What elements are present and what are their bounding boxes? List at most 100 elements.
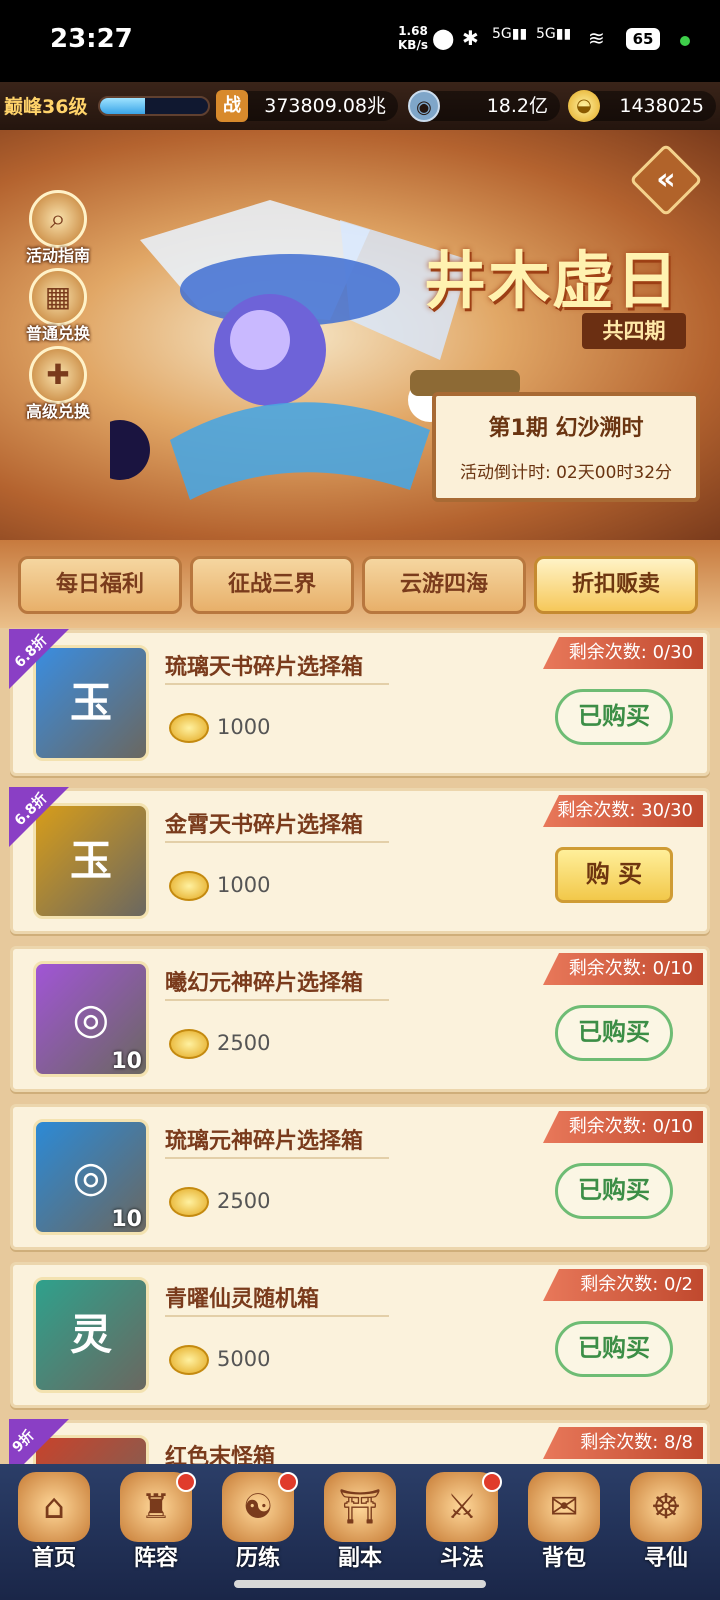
event-subtitle: 共四期 <box>582 313 686 349</box>
item-thumbnail[interactable]: 玉 <box>33 645 149 761</box>
item-price: 1000 <box>217 873 271 897</box>
item-name: 琉璃元神碎片选择箱 <box>165 1129 364 1154</box>
signal-icon: 5G▮▮ <box>492 26 528 42</box>
bluetooth-icon: ✱ <box>462 26 479 50</box>
item-price: 1000 <box>217 715 271 739</box>
shop-icon: ▦ <box>29 268 87 326</box>
location-icon: ⬤ <box>432 26 455 50</box>
item-thumbnail[interactable]: ◎ 10 <box>33 1119 149 1235</box>
item-name: 红色末怪箱 <box>165 1445 276 1464</box>
event-guide-button[interactable]: ⌕ 活动指南 <box>18 190 98 266</box>
gold-ingot-icon: ◒ <box>568 90 600 122</box>
gold-ingot-icon <box>169 871 209 901</box>
battery-indicator: 65 <box>626 28 660 50</box>
item-thumbnail[interactable]: ◎ 10 <box>33 961 149 1077</box>
remaining-count: 剩余次数: 0/10 <box>543 1111 703 1143</box>
resource-bar: 巅峰36级 373809.08兆 战 18.2亿 ◉ 1438025 ◒ <box>0 82 720 130</box>
buy-button[interactable]: 购 买 <box>555 847 673 903</box>
item-price: 2500 <box>217 1031 271 1055</box>
network-speed: 1.68 KB/s <box>398 24 428 52</box>
item-emblem: ◎ <box>72 1152 110 1201</box>
divider <box>165 1157 389 1159</box>
divider <box>165 1315 389 1317</box>
tab-daily-welfare[interactable]: 每日福利 <box>18 556 182 614</box>
item-price: 5000 <box>217 1347 271 1371</box>
item-emblem: 灵 <box>69 1310 112 1359</box>
nav-item[interactable]: ♜ 阵容 <box>106 1472 206 1588</box>
divider <box>165 841 389 843</box>
item-thumbnail[interactable]: 灵 <box>33 1277 149 1393</box>
remaining-count: 剩余次数: 0/2 <box>543 1269 703 1301</box>
gold-ingot-icon <box>169 1187 209 1217</box>
xp-bar <box>98 96 210 116</box>
wifi-icon: ≋ <box>588 26 605 50</box>
tab-bar: 每日福利 征战三界 云游四海 折扣贩卖 <box>0 540 720 628</box>
gift-icon: ✚ <box>29 346 87 404</box>
notification-dot <box>278 1472 298 1492</box>
back-button[interactable]: « <box>629 143 703 217</box>
item-count: 10 <box>111 1049 142 1074</box>
signal-icon-2: 5G▮▮ <box>536 26 572 42</box>
nav-item[interactable]: ⛩ 副本 <box>310 1472 410 1588</box>
gold-ingot-icon <box>169 713 209 743</box>
tab-travel[interactable]: 云游四海 <box>362 556 526 614</box>
nav-label: 副本 <box>337 1546 382 1571</box>
event-period: 第1期 幻沙溯时 <box>488 416 644 441</box>
clock: 23:27 <box>50 24 133 54</box>
advanced-exchange-button[interactable]: ✚ 高级兑换 <box>18 346 98 422</box>
nav-label: 历练 <box>235 1546 280 1571</box>
nav-label: 斗法 <box>439 1546 484 1571</box>
gold-ingot-icon <box>169 1345 209 1375</box>
nav-label: 阵容 <box>133 1546 178 1571</box>
divider <box>165 683 389 685</box>
player-level: 巅峰36级 <box>4 96 88 118</box>
shop-item-card: ◎ 10 琉璃元神碎片选择箱 2500 剩余次数: 0/10 已购买 <box>10 1104 710 1250</box>
nav-label: 首页 <box>31 1546 76 1571</box>
home-indicator <box>234 1580 486 1588</box>
gold-ingot-icon <box>169 1029 209 1059</box>
nav-item[interactable]: ⚔ 斗法 <box>412 1472 512 1588</box>
back-arrow-icon: « <box>656 162 676 197</box>
item-count: 10 <box>111 1207 142 1232</box>
nav-item[interactable]: ☸ 寻仙 <box>616 1472 716 1588</box>
notification-dot <box>176 1472 196 1492</box>
item-price: 2500 <box>217 1189 271 1213</box>
tab-conquest[interactable]: 征战三界 <box>190 556 354 614</box>
purchased-button[interactable]: 已购买 <box>555 1005 673 1061</box>
divider <box>165 999 389 1001</box>
shop-item-list[interactable]: 玉 6.8折 琉璃天书碎片选择箱 1000 剩余次数: 0/30 已购买玉 6.8折 金霄天书… <box>0 628 720 1464</box>
remaining-count: 剩余次数: 0/10 <box>543 953 703 985</box>
notification-dot <box>482 1472 502 1492</box>
seek-icon: ☸ <box>630 1472 702 1542</box>
event-banner: ⌕ 活动指南 ▦ 普通兑换 ✚ 高级兑换 « 井木虚日 共四期 第1期 幻沙溯时… <box>0 130 720 540</box>
item-name: 琉璃天书碎片选择箱 <box>165 655 364 680</box>
nav-item[interactable]: ✉ 背包 <box>514 1472 614 1588</box>
status-bar: 23:27 1.68 KB/s ⬤ ✱ 5G▮▮ 5G▮▮ ≋ 65 <box>0 0 720 82</box>
remaining-count: 剩余次数: 30/30 <box>543 795 703 827</box>
purchased-button[interactable]: 已购买 <box>555 1321 673 1377</box>
search-icon: ⌕ <box>29 190 87 248</box>
purchased-button[interactable]: 已购买 <box>555 1163 673 1219</box>
shop-item-card: ◎ 10 曦幻元神碎片选择箱 2500 剩余次数: 0/10 已购买 <box>10 946 710 1092</box>
item-thumbnail[interactable]: 玉 <box>33 803 149 919</box>
nav-item[interactable]: ⌂ 首页 <box>4 1472 104 1588</box>
copper-coin-icon: ◉ <box>408 90 440 122</box>
item-thumbnail[interactable] <box>33 1435 149 1464</box>
power-icon: 战 <box>216 90 248 122</box>
shop-item-card: 9折 红色末怪箱 剩余次数: 8/8 <box>9 1419 710 1464</box>
status-dot <box>680 36 690 46</box>
nav-label: 寻仙 <box>643 1546 688 1571</box>
xp-bar-fill <box>100 98 146 114</box>
remaining-count: 剩余次数: 0/30 <box>543 637 703 669</box>
nav-item[interactable]: ☯ 历练 <box>208 1472 308 1588</box>
shop-item-card: 玉 6.8折 金霄天书碎片选择箱 1000 剩余次数: 30/30 购 买 <box>9 787 710 934</box>
event-countdown: 活动倒计时: 02天00时32分 <box>459 463 673 483</box>
item-name: 曦幻元神碎片选择箱 <box>165 971 364 996</box>
shop-item-card: 灵 青曜仙灵随机箱 5000 剩余次数: 0/2 已购买 <box>10 1262 710 1408</box>
tab-discount-sale[interactable]: 折扣贩卖 <box>534 556 698 614</box>
remaining-count: 剩余次数: 8/8 <box>543 1427 703 1459</box>
item-name: 金霄天书碎片选择箱 <box>165 813 364 838</box>
normal-exchange-button[interactable]: ▦ 普通兑换 <box>18 268 98 344</box>
event-info-box: 第1期 幻沙溯时 活动倒计时: 02天00时32分 <box>432 392 700 502</box>
purchased-button[interactable]: 已购买 <box>555 689 673 745</box>
